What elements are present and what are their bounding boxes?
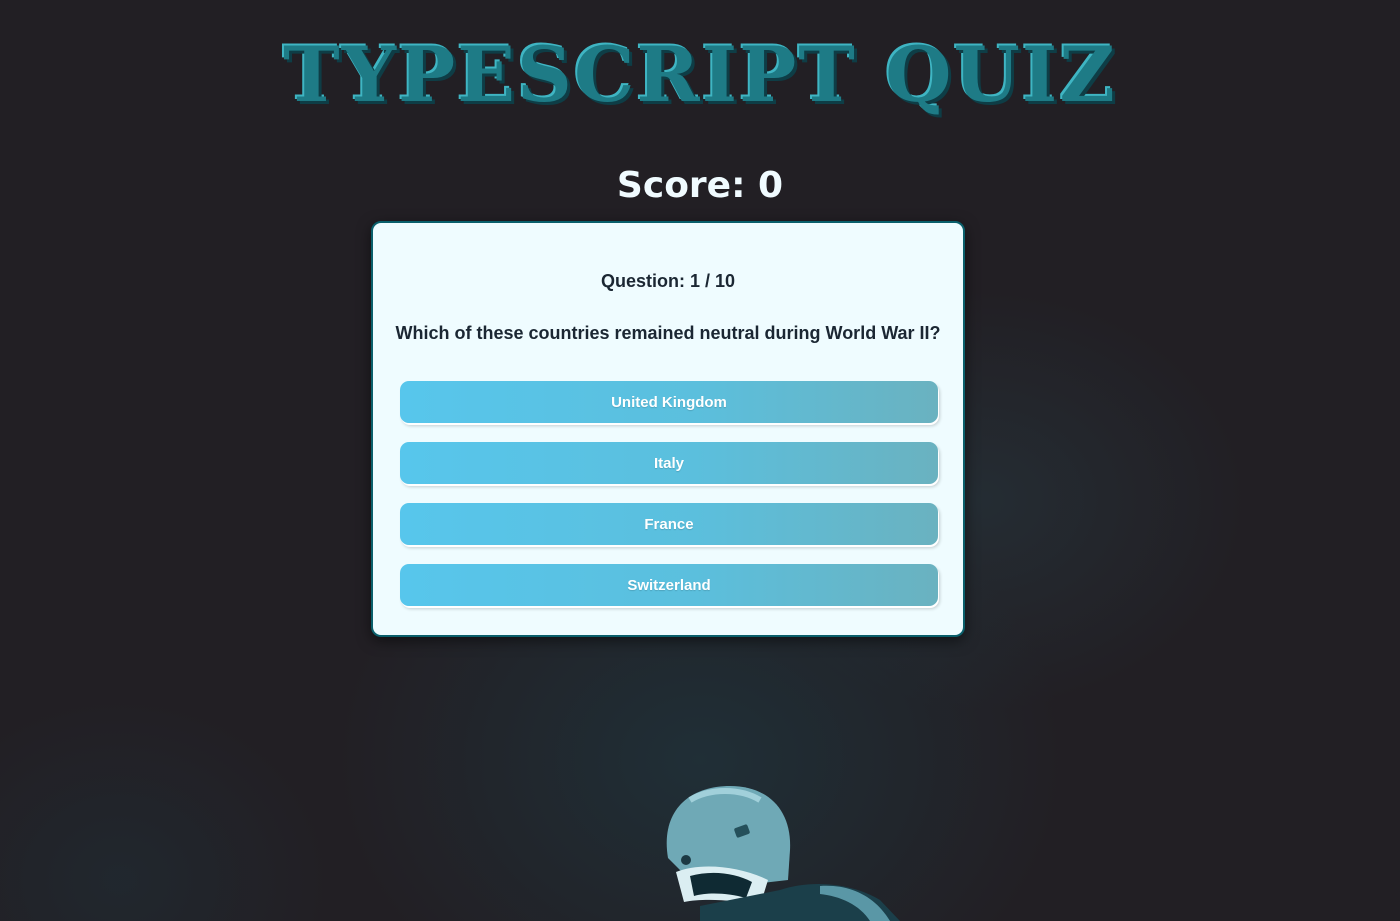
question-counter: Question: 1 / 10: [600, 271, 736, 291]
app-title: TYPESCRIPT QUIZ: [283, 30, 1117, 119]
question-text: Which of these countries remained neutra…: [395, 323, 941, 343]
answer-list: United Kingdom Italy France Switzerland: [400, 381, 940, 625]
answer-button-italy[interactable]: Italy: [400, 442, 938, 484]
answer-button-united-kingdom[interactable]: United Kingdom: [400, 381, 938, 423]
question-card: Question: 1 / 10 Which of these countrie…: [371, 221, 965, 637]
answer-button-france[interactable]: France: [400, 503, 938, 545]
score-display: Score: 0: [616, 165, 784, 206]
answer-button-switzerland[interactable]: Switzerland: [400, 564, 938, 606]
